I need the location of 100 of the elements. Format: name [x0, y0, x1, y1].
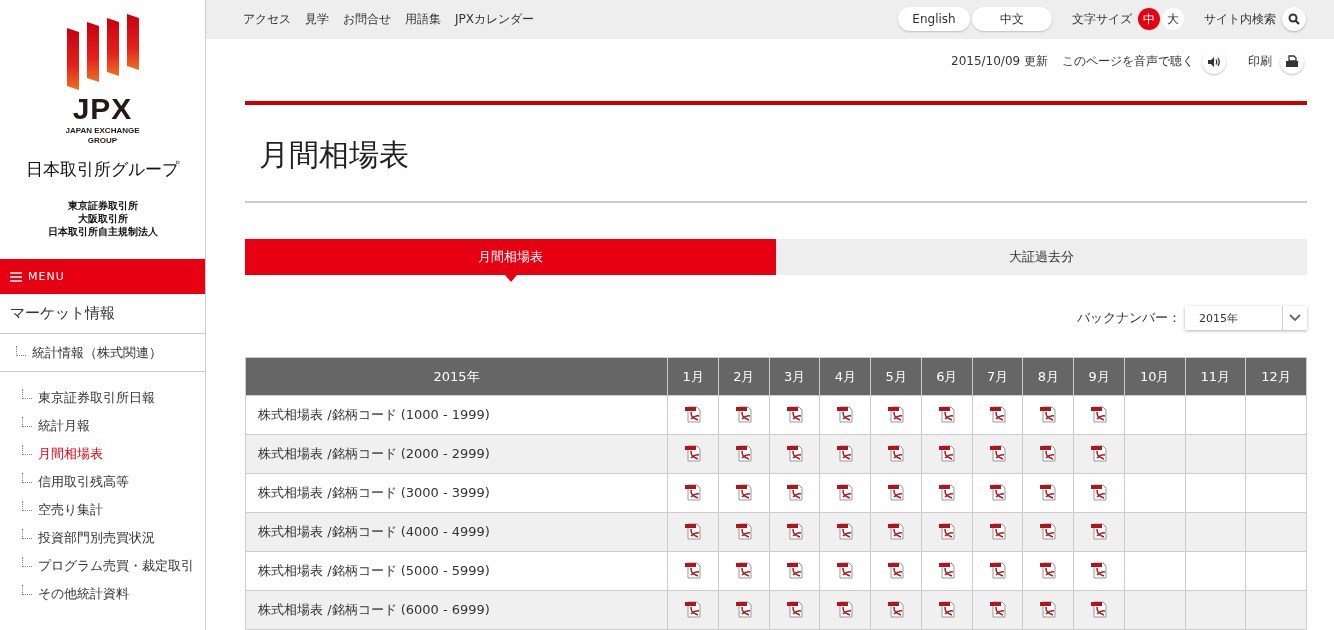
pdf-icon[interactable]	[988, 404, 1007, 423]
pdf-icon[interactable]	[887, 404, 905, 423]
sidebar-item[interactable]: 信用取引残高等	[38, 472, 129, 492]
tab[interactable]: 大証過去分	[776, 239, 1307, 275]
search-button[interactable]	[1282, 7, 1306, 32]
pdf-icon[interactable]	[836, 443, 855, 462]
sidebar-item[interactable]: 東京証券取引所日報	[38, 388, 155, 408]
pdf-icon[interactable]	[988, 599, 1007, 618]
pdf-icon[interactable]	[937, 404, 956, 423]
table-cell: 株式相場表 /銘柄コード (3000 - 3999)	[245, 473, 668, 513]
pdf-icon[interactable]	[734, 521, 753, 540]
sidebar-item[interactable]: その他統計資料	[38, 584, 129, 604]
column-header: 11月	[1185, 357, 1246, 396]
nav-link[interactable]: お問合せ	[343, 10, 391, 28]
print-button[interactable]	[1280, 49, 1304, 74]
column-header: 10月	[1124, 357, 1186, 396]
table-cell: 株式相場表 /銘柄コード (5000 - 5999)	[245, 551, 668, 591]
sidebar-item[interactable]: 統計月報	[38, 416, 90, 436]
speaker-icon[interactable]	[1207, 55, 1221, 68]
search-label: サイト内検索	[1204, 10, 1276, 28]
pdf-icon[interactable]	[887, 482, 905, 501]
pdf-icon[interactable]	[1090, 443, 1108, 462]
year-select[interactable]: 2015年	[1185, 306, 1307, 330]
pdf-icon[interactable]	[937, 599, 956, 618]
pdf-icon[interactable]	[785, 404, 804, 423]
pdf-icon[interactable]	[1039, 521, 1058, 540]
pdf-icon[interactable]	[887, 599, 905, 618]
sidebar-item[interactable]: 統計情報（株式関連）	[32, 343, 162, 362]
pdf-icon[interactable]	[684, 443, 702, 462]
column-header: 9月	[1073, 357, 1125, 396]
pdf-icon[interactable]	[836, 404, 855, 423]
nav-link[interactable]: JPXカレンダー	[455, 10, 534, 28]
sidebar-item[interactable]: 空売り集計	[38, 500, 103, 520]
pdf-icon[interactable]	[988, 560, 1007, 579]
pdf-icon[interactable]	[836, 482, 855, 501]
sidebar-item[interactable]: 投資部門別売買状況	[38, 528, 155, 548]
pdf-icon[interactable]	[785, 443, 804, 462]
pdf-icon[interactable]	[734, 599, 753, 618]
font-size-label: 文字サイズ	[1072, 10, 1132, 28]
pdf-icon[interactable]	[1090, 404, 1108, 423]
pdf-icon[interactable]	[684, 560, 702, 579]
pdf-icon[interactable]	[734, 560, 753, 579]
font-size-button[interactable]: 中	[1138, 8, 1160, 31]
pdf-icon[interactable]	[734, 443, 753, 462]
pdf-icon[interactable]	[887, 560, 905, 579]
pdf-icon[interactable]	[937, 482, 956, 501]
menu-icon[interactable]	[10, 271, 22, 282]
logo-bars-icon	[66, 14, 139, 90]
nav-link[interactable]: 見学	[305, 10, 329, 28]
group-name: 日本取引所グループ	[26, 158, 179, 181]
pdf-icon[interactable]	[734, 404, 753, 423]
pdf-icon[interactable]	[1039, 443, 1058, 462]
font-size-button[interactable]: 大	[1162, 8, 1184, 31]
sidebar-section[interactable]: マーケット情報	[0, 294, 205, 334]
pdf-icon[interactable]	[684, 482, 702, 501]
pdf-icon[interactable]	[836, 599, 855, 618]
search-icon[interactable]	[1288, 13, 1300, 26]
pdf-icon[interactable]	[684, 599, 702, 618]
back-number-label: バックナンバー：	[1077, 309, 1181, 327]
pdf-icon[interactable]	[1039, 404, 1058, 423]
pdf-icon[interactable]	[1039, 560, 1058, 579]
pdf-icon[interactable]	[1039, 599, 1058, 618]
company-name: 大阪取引所	[76, 212, 129, 225]
nav-link[interactable]: アクセス	[243, 10, 291, 28]
pdf-icon[interactable]	[836, 521, 855, 540]
pdf-icon[interactable]	[684, 521, 702, 540]
pdf-icon[interactable]	[988, 482, 1007, 501]
column-header: 2015年	[245, 357, 668, 396]
column-header: 8月	[1022, 357, 1074, 396]
pdf-icon[interactable]	[734, 482, 753, 501]
pdf-icon[interactable]	[1090, 482, 1108, 501]
menu-label[interactable]: MENU	[28, 270, 65, 283]
pdf-icon[interactable]	[937, 560, 956, 579]
pdf-icon[interactable]	[988, 443, 1007, 462]
sidebar-item[interactable]: プログラム売買・裁定取引	[38, 556, 194, 576]
print-label: 印刷	[1248, 53, 1272, 71]
pdf-icon[interactable]	[785, 521, 804, 540]
speaker-button[interactable]	[1202, 49, 1226, 74]
pdf-icon[interactable]	[684, 404, 702, 423]
pdf-icon[interactable]	[1039, 482, 1058, 501]
pdf-icon[interactable]	[785, 482, 804, 501]
pdf-icon[interactable]	[988, 521, 1007, 540]
pdf-icon[interactable]	[785, 599, 804, 618]
menu-bar[interactable]: MENU	[0, 259, 205, 294]
printer-icon[interactable]	[1285, 55, 1299, 69]
pdf-icon[interactable]	[937, 443, 956, 462]
sidebar-item[interactable]: 月間相場表	[38, 444, 103, 464]
pdf-icon[interactable]	[937, 521, 956, 540]
pdf-icon[interactable]	[785, 560, 804, 579]
pdf-icon[interactable]	[887, 521, 905, 540]
pdf-icon[interactable]	[1090, 560, 1108, 579]
pdf-icon[interactable]	[836, 560, 855, 579]
chevron-down-icon[interactable]	[1289, 314, 1301, 322]
nav-link[interactable]: 用語集	[405, 10, 441, 28]
pdf-icon[interactable]	[1090, 599, 1108, 618]
pdf-icon[interactable]	[887, 443, 905, 462]
language-button[interactable]: 中文	[972, 7, 1052, 32]
language-button[interactable]: English	[898, 7, 970, 32]
column-header: 5月	[870, 357, 922, 396]
pdf-icon[interactable]	[1090, 521, 1108, 540]
